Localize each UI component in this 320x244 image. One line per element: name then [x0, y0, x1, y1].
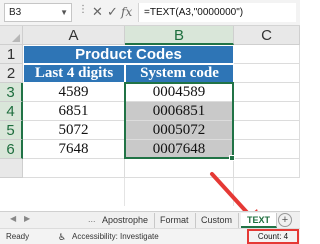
tab-scroll-right-icon[interactable]: ▶ [24, 214, 30, 223]
count-indicator[interactable]: Count: 4 [247, 229, 299, 244]
tab-scroll-left-icon[interactable]: ◀ [10, 214, 16, 223]
tab-overflow[interactable]: ... [88, 214, 96, 224]
check-icon[interactable]: ✓ [107, 3, 118, 21]
formula-bar: B3 ▼ ⋮ ✕ ✓ fx =TEXT(A3,"0000000") [0, 0, 300, 26]
tab-text[interactable]: TEXT [241, 213, 278, 228]
accessibility-icon[interactable]: ♿ [58, 230, 66, 244]
cell-a5[interactable]: 5072 [23, 121, 125, 140]
row-header-6[interactable]: 6 [0, 140, 23, 159]
cell-b7[interactable] [125, 159, 234, 178]
more-icon: ⋮ [78, 4, 89, 15]
row-header-2[interactable]: 2 [0, 64, 23, 83]
cell-b6[interactable]: 0007648 [125, 140, 234, 159]
row-header-1[interactable]: 1 [0, 45, 23, 64]
row-header-4[interactable]: 4 [0, 102, 23, 121]
accessibility-status[interactable]: Accessibility: Investigate [72, 229, 159, 244]
table-title[interactable]: Product Codes [23, 45, 234, 64]
grid-empty-area [23, 178, 300, 206]
cell-b4[interactable]: 0006851 [125, 102, 234, 121]
cell-c2[interactable] [234, 64, 300, 83]
cell-c1[interactable] [234, 45, 300, 64]
select-all-button[interactable] [0, 26, 23, 45]
tab-custom[interactable]: Custom [195, 213, 240, 228]
cell-a4[interactable]: 6851 [23, 102, 125, 121]
row-header-3[interactable]: 3 [0, 83, 23, 102]
cell-c3[interactable] [234, 83, 300, 102]
cell-a6[interactable]: 7648 [23, 140, 125, 159]
chevron-down-icon[interactable]: ▼ [60, 4, 68, 21]
row-header-blank[interactable] [0, 159, 23, 178]
row-header-5[interactable]: 5 [0, 121, 23, 140]
count-label: Count: 4 [257, 232, 289, 241]
cell-c7[interactable] [234, 159, 300, 178]
insert-function-icon[interactable]: fx [121, 3, 132, 21]
cell-b5[interactable]: 0005072 [125, 121, 234, 140]
column-header-b[interactable]: B [125, 26, 234, 45]
status-ready: Ready [6, 232, 30, 241]
tab-format[interactable]: Format [154, 213, 196, 228]
name-box[interactable]: B3 ▼ [4, 3, 72, 22]
column-title-last4[interactable]: Last 4 digits [23, 64, 125, 83]
cell-a3[interactable]: 4589 [23, 83, 125, 102]
formula-input[interactable]: =TEXT(A3,"0000000") [138, 3, 296, 22]
sheet-tab-bar: ◀ ▶ ... Apostrophe Format Custom TEXT + [0, 211, 300, 228]
column-header-c[interactable]: C [234, 26, 300, 45]
cell-c5[interactable] [234, 121, 300, 140]
cell-c4[interactable] [234, 102, 300, 121]
add-sheet-icon[interactable]: + [278, 213, 292, 227]
close-icon[interactable]: ✕ [92, 3, 103, 21]
cell-c6[interactable] [234, 140, 300, 159]
status-bar: Ready ♿ Accessibility: Investigate Count… [0, 228, 300, 244]
tab-apostrophe[interactable]: Apostrophe [96, 213, 156, 228]
cell-a7[interactable] [23, 159, 125, 178]
fill-handle[interactable] [229, 155, 235, 161]
name-box-value: B3 [9, 7, 22, 18]
column-header-a[interactable]: A [23, 26, 125, 45]
cell-b3[interactable]: 0004589 [125, 83, 234, 102]
column-title-system-code[interactable]: System code [125, 64, 234, 83]
